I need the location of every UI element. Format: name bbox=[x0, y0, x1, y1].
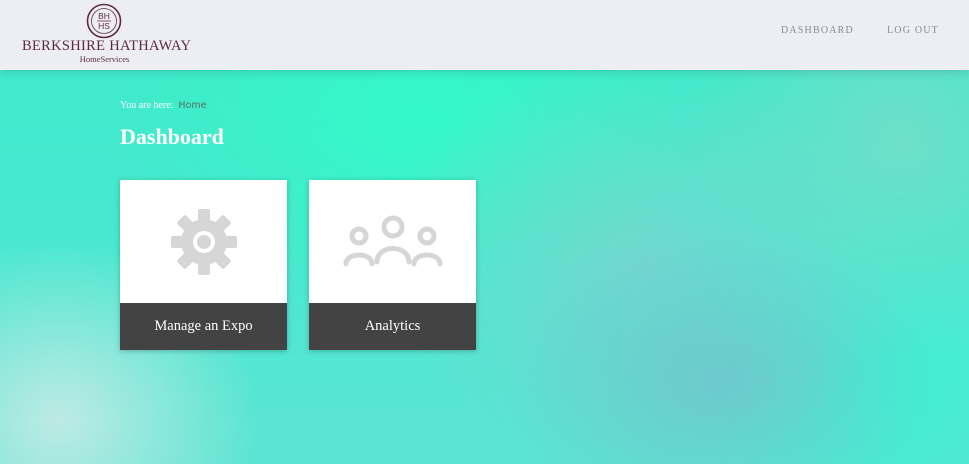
logo-name: BERKSHIRE HATHAWAY bbox=[22, 38, 192, 54]
nav-logout-link[interactable]: LOG OUT bbox=[887, 25, 939, 36]
breadcrumb-prefix: You are here: bbox=[120, 100, 174, 111]
logo-subtitle: HomeServices bbox=[79, 54, 130, 64]
breadcrumb: You are here: Home bbox=[120, 100, 206, 111]
manage-expo-card[interactable]: Manage an Expo bbox=[120, 180, 287, 350]
nav-dashboard-link[interactable]: DASHBOARD bbox=[781, 25, 854, 36]
page-title: Dashboard bbox=[120, 124, 224, 149]
manage-expo-label: Manage an Expo bbox=[120, 303, 287, 350]
gear-icon bbox=[170, 208, 237, 275]
card-icon-area bbox=[309, 180, 476, 303]
users-icon bbox=[343, 215, 442, 266]
analytics-card[interactable]: Analytics bbox=[309, 180, 476, 350]
brand-logo[interactable]: BH HS BERKSHIRE HATHAWAY HomeServices bbox=[22, 3, 192, 65]
card-icon-area bbox=[120, 180, 287, 303]
bhhs-seal-icon: BH HS bbox=[86, 3, 122, 39]
breadcrumb-home[interactable]: Home bbox=[178, 100, 206, 111]
seal-text-bottom: HS bbox=[98, 21, 110, 31]
site-header: BH HS BERKSHIRE HATHAWAY HomeServices DA… bbox=[0, 0, 969, 70]
analytics-label: Analytics bbox=[309, 303, 476, 350]
top-nav: DASHBOARD LOG OUT bbox=[748, 25, 939, 36]
seal-text-top: BH bbox=[98, 11, 110, 21]
